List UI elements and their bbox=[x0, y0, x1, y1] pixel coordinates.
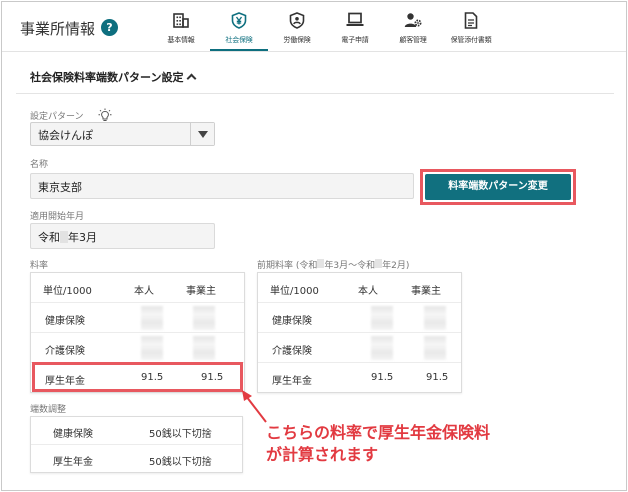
chevron-up-icon bbox=[187, 73, 197, 84]
row-label: 健康保険 bbox=[45, 316, 85, 327]
tab-customer-management-label: 顧客管理 bbox=[399, 36, 427, 44]
column-header: 事業主 bbox=[186, 286, 216, 297]
table-row: 健康保険 bbox=[31, 303, 244, 333]
building-icon bbox=[173, 13, 189, 28]
tab-stored-documents[interactable]: 保管添付書類 bbox=[442, 2, 500, 52]
tab-basic-info-label: 基本情報 bbox=[167, 36, 195, 44]
previous-rate-label-start: 前期料率 (令和 bbox=[257, 261, 318, 271]
person-shield-icon bbox=[289, 12, 305, 29]
row-label: 健康保険 bbox=[272, 316, 312, 327]
previous-rate-label-middle: 年3月〜令和 bbox=[324, 261, 376, 271]
table-row: 介護保険 bbox=[258, 333, 461, 363]
table-header-row: 単位/1000 本人 事業主 bbox=[31, 273, 244, 303]
tab-social-insurance[interactable]: 社会保険 bbox=[210, 2, 268, 52]
help-icon[interactable]: ? bbox=[101, 19, 118, 36]
name-field-value: 東京支部 bbox=[38, 181, 82, 194]
masked-value bbox=[371, 306, 393, 330]
masked-value bbox=[141, 336, 163, 360]
tab-e-application[interactable]: 電子申請 bbox=[326, 2, 384, 52]
masked-value bbox=[371, 336, 393, 360]
annotation-text: こちらの料率で厚生年金保険料 が計算されます bbox=[266, 422, 490, 466]
column-header: 単位/1000 bbox=[43, 286, 92, 297]
start-date-prefix: 令和 bbox=[38, 231, 60, 244]
section-title: 社会保険料率端数パターン設定 bbox=[30, 71, 184, 84]
row-label: 介護保険 bbox=[272, 346, 312, 357]
section-toggle[interactable]: 社会保険料率端数パターン設定 bbox=[30, 69, 197, 85]
rounding-table: 健康保険 50銭以下切捨 厚生年金 50銭以下切捨 bbox=[30, 416, 243, 473]
row-label: 健康保険 bbox=[53, 429, 93, 440]
rate-self-value: 91.5 bbox=[371, 372, 394, 383]
person-gear-icon bbox=[404, 13, 422, 27]
column-header: 本人 bbox=[134, 286, 154, 297]
rounding-value: 50銭以下切捨 bbox=[149, 457, 212, 468]
row-label: 厚生年金 bbox=[272, 376, 312, 387]
page-frame: 事業所情報 ? 基本情報 社会保険 労働保険 電子申請 顧客管理 保管添付書類 … bbox=[1, 1, 627, 491]
tab-labor-insurance-label: 労働保険 bbox=[283, 36, 311, 44]
column-header: 事業主 bbox=[411, 286, 441, 297]
page-title: 事業所情報 bbox=[20, 20, 96, 38]
rounding-value: 50銭以下切捨 bbox=[149, 429, 212, 440]
masked-value bbox=[60, 231, 68, 243]
tab-stored-documents-label: 保管添付書類 bbox=[450, 36, 492, 44]
table-row: 健康保険 bbox=[258, 303, 461, 333]
tab-basic-info[interactable]: 基本情報 bbox=[152, 2, 210, 52]
rate-label: 料率 bbox=[30, 261, 49, 271]
table-row: 厚生年金 91.5 91.5 bbox=[258, 363, 461, 393]
main-nav: 基本情報 社会保険 労働保険 電子申請 顧客管理 保管添付書類 bbox=[152, 2, 500, 52]
name-label: 名称 bbox=[30, 160, 49, 170]
annotation-line-1: こちらの料率で厚生年金保険料 bbox=[266, 423, 491, 442]
rate-employer-value: 91.5 bbox=[426, 372, 449, 383]
name-field[interactable]: 東京支部 bbox=[30, 173, 414, 199]
pattern-select-value: 協会けんぽ bbox=[38, 129, 93, 142]
tab-labor-insurance[interactable]: 労働保険 bbox=[268, 2, 326, 52]
top-bar: 事業所情報 ? 基本情報 社会保険 労働保険 電子申請 顧客管理 保管添付書類 bbox=[2, 2, 626, 52]
start-date-suffix: 年3月 bbox=[68, 231, 97, 244]
start-date-label: 適用開始年月 bbox=[30, 212, 85, 222]
masked-value bbox=[424, 306, 446, 330]
rounding-label: 端数調整 bbox=[30, 405, 67, 415]
pattern-label: 設定パターン bbox=[30, 112, 84, 122]
masked-value bbox=[193, 306, 215, 330]
start-date-field[interactable]: 令和 年3月 bbox=[30, 223, 215, 249]
pattern-select[interactable]: 協会けんぽ bbox=[30, 122, 215, 146]
previous-rate-label: 前期料率 (令和 年3月〜令和 年2月) bbox=[257, 258, 409, 271]
previous-rate-table: 単位/1000 本人 事業主 健康保険 介護保険 厚生年金 91.5 91.5 bbox=[257, 272, 462, 393]
annotation-arrow-icon bbox=[242, 390, 267, 423]
tab-customer-management[interactable]: 顧客管理 bbox=[384, 2, 442, 52]
column-header: 単位/1000 bbox=[270, 286, 319, 297]
yen-shield-icon bbox=[231, 12, 247, 29]
caret-down-icon[interactable] bbox=[190, 123, 214, 145]
annotation-line-2: が計算されます bbox=[266, 445, 379, 464]
laptop-icon bbox=[346, 12, 364, 26]
tab-social-insurance-label: 社会保険 bbox=[225, 36, 253, 44]
previous-rate-label-end: 年2月) bbox=[382, 261, 410, 271]
row-highlight-box bbox=[32, 362, 243, 392]
lightbulb-icon[interactable] bbox=[98, 108, 112, 122]
table-row: 厚生年金 50銭以下切捨 bbox=[31, 445, 242, 473]
masked-value bbox=[424, 336, 446, 360]
table-row: 介護保険 bbox=[31, 333, 244, 363]
table-header-row: 単位/1000 本人 事業主 bbox=[258, 273, 461, 303]
tab-e-application-label: 電子申請 bbox=[341, 36, 369, 44]
document-icon bbox=[464, 12, 478, 29]
masked-value bbox=[141, 306, 163, 330]
section-divider bbox=[16, 93, 614, 94]
change-pattern-button[interactable]: 料率端数パターン変更 bbox=[425, 174, 571, 200]
column-header: 本人 bbox=[358, 286, 378, 297]
masked-value bbox=[193, 336, 215, 360]
row-label: 介護保険 bbox=[45, 346, 85, 357]
table-row: 健康保険 50銭以下切捨 bbox=[31, 417, 242, 445]
row-label: 厚生年金 bbox=[53, 457, 93, 468]
